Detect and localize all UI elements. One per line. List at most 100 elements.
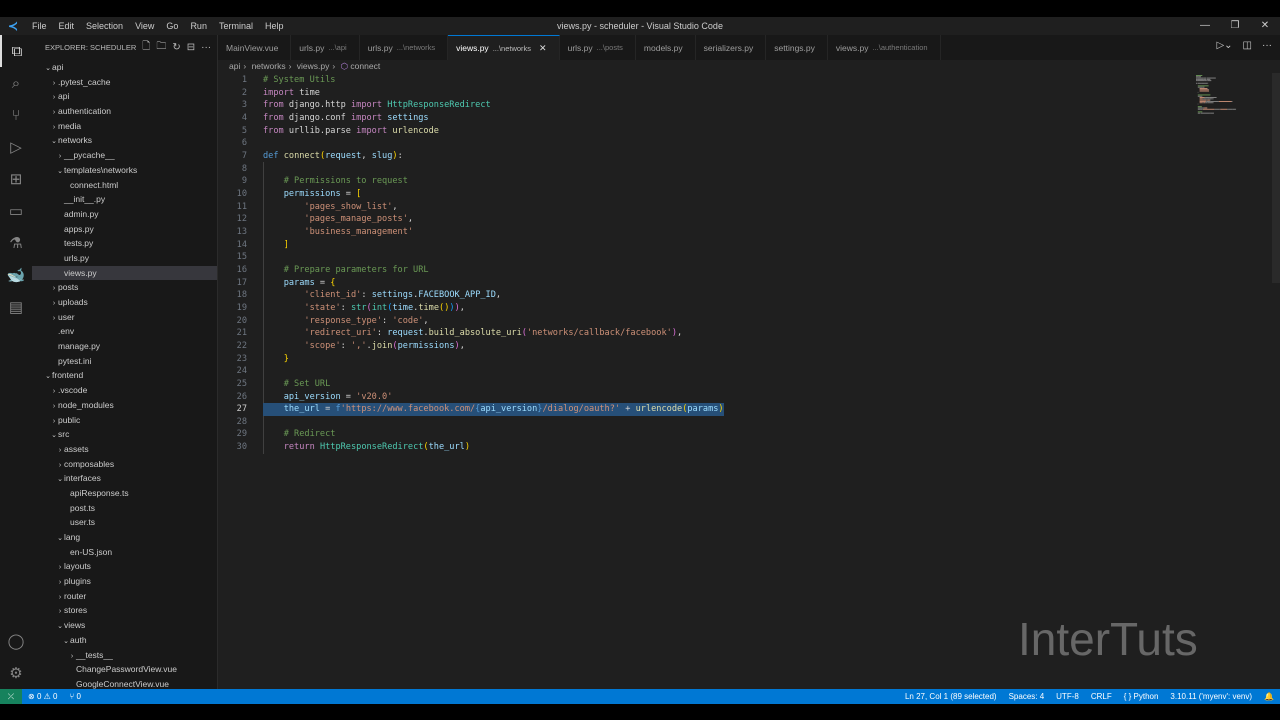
indentation[interactable]: Spaces: 4 bbox=[1003, 692, 1051, 701]
file-item[interactable]: en-US.json bbox=[32, 545, 217, 560]
menu-selection[interactable]: Selection bbox=[80, 21, 129, 31]
menu-edit[interactable]: Edit bbox=[53, 21, 81, 31]
folder-item[interactable]: › __pycache__ bbox=[32, 148, 217, 163]
folder-item[interactable]: › layouts bbox=[32, 559, 217, 574]
folder-item[interactable]: › .vscode bbox=[32, 383, 217, 398]
folder-item[interactable]: › posts bbox=[32, 280, 217, 295]
folder-item[interactable]: ⌄auth bbox=[32, 633, 217, 648]
folder-item[interactable]: › public bbox=[32, 413, 217, 428]
language-mode[interactable]: { } Python bbox=[1118, 692, 1165, 701]
menu-go[interactable]: Go bbox=[160, 21, 184, 31]
close-tab-icon[interactable]: ✕ bbox=[539, 43, 547, 54]
collapse-all-icon[interactable]: ⊟ bbox=[187, 42, 195, 53]
file-item[interactable]: post.ts bbox=[32, 501, 217, 516]
file-item[interactable]: manage.py bbox=[32, 339, 217, 354]
explorer-icon[interactable]: ⧉ bbox=[0, 35, 32, 67]
folder-item[interactable]: › router bbox=[32, 589, 217, 604]
file-item[interactable]: views.py bbox=[32, 265, 217, 281]
line-number: 29 bbox=[236, 429, 247, 440]
tab-urls-py[interactable]: urls.py ...\posts bbox=[559, 35, 636, 60]
file-item[interactable]: urls.py bbox=[32, 251, 217, 266]
folder-item[interactable]: › .pytest_cache bbox=[32, 75, 217, 90]
folder-item[interactable]: › user bbox=[32, 310, 217, 325]
close-window-button[interactable]: ✕ bbox=[1250, 17, 1280, 35]
search-icon[interactable]: ⌕ bbox=[0, 67, 32, 99]
testing-icon[interactable]: ⚗ bbox=[0, 227, 32, 259]
tab-models-py[interactable]: models.py bbox=[635, 35, 696, 60]
file-item[interactable]: __init__.py bbox=[32, 192, 217, 207]
tab-views-py[interactable]: views.py ...\networks ✕ bbox=[448, 35, 560, 60]
extensions-icon[interactable]: ⊞ bbox=[0, 163, 32, 195]
docker-icon[interactable]: 🐋 bbox=[0, 259, 32, 291]
encoding[interactable]: UTF-8 bbox=[1050, 692, 1085, 701]
account-icon[interactable]: ◯ bbox=[0, 625, 32, 657]
remote-icon[interactable]: ⤫ bbox=[0, 689, 22, 704]
run-debug-icon[interactable]: ▷ bbox=[0, 131, 32, 163]
code-editor[interactable]: 1 # System Utils 2 import time 3 from django.… bbox=[218, 73, 1280, 689]
breadcrumb-item[interactable]: connect bbox=[350, 61, 380, 71]
tab-serializers-py[interactable]: serializers.py bbox=[695, 35, 767, 60]
settings-gear-icon[interactable]: ⚙ bbox=[0, 657, 32, 689]
tab-settings-py[interactable]: settings.py bbox=[766, 35, 828, 60]
folder-item[interactable]: › uploads bbox=[32, 295, 217, 310]
folder-item[interactable]: ⌄views bbox=[32, 618, 217, 633]
folder-item[interactable]: ⌄api bbox=[32, 60, 217, 75]
tab-urls-py[interactable]: urls.py ...\networks bbox=[359, 35, 449, 60]
folder-item[interactable]: ⌄src bbox=[32, 427, 217, 442]
restore-button[interactable]: ❐ bbox=[1220, 17, 1250, 35]
file-item[interactable]: connect.html bbox=[32, 178, 217, 193]
menu-view[interactable]: View bbox=[129, 21, 160, 31]
file-item[interactable]: GoogleConnectView.vue bbox=[32, 677, 217, 689]
menu-help[interactable]: Help bbox=[259, 21, 290, 31]
file-item[interactable]: apiResponse.ts bbox=[32, 486, 217, 501]
remote-explorer-icon[interactable]: ▭ bbox=[0, 195, 32, 227]
ports-indicator[interactable]: ⑂ 0 bbox=[63, 692, 86, 701]
new-folder-icon[interactable]: 🗀 bbox=[156, 39, 166, 56]
folder-item[interactable]: › authentication bbox=[32, 104, 217, 119]
tab-urls-py[interactable]: urls.py ...\api bbox=[291, 35, 360, 60]
breadcrumb-item[interactable]: views.py bbox=[297, 61, 330, 71]
file-item[interactable]: pytest.ini bbox=[32, 354, 217, 369]
split-editor-icon[interactable]: ◫ bbox=[1243, 40, 1252, 51]
folder-item[interactable]: › plugins bbox=[32, 574, 217, 589]
run-file-icon[interactable]: ▷⌄ bbox=[1216, 40, 1232, 51]
minimize-button[interactable]: — bbox=[1190, 17, 1220, 35]
menu-terminal[interactable]: Terminal bbox=[213, 21, 259, 31]
tab-MainView-vue[interactable]: MainView.vue bbox=[218, 35, 292, 60]
folder-item[interactable]: ⌄networks bbox=[32, 133, 217, 148]
notifications-bell-icon[interactable]: 🔔 bbox=[1258, 692, 1280, 701]
breadcrumb-item[interactable]: networks bbox=[252, 61, 286, 71]
folder-item[interactable]: › assets bbox=[32, 442, 217, 457]
new-file-icon[interactable]: 🗋 bbox=[142, 39, 150, 56]
api-icon[interactable]: ▤ bbox=[0, 291, 32, 323]
more-actions-icon[interactable]: ··· bbox=[201, 42, 211, 53]
folder-item[interactable]: ⌄templates\networks bbox=[32, 163, 217, 178]
menu-run[interactable]: Run bbox=[184, 21, 213, 31]
file-item[interactable]: admin.py bbox=[32, 207, 217, 222]
folder-item[interactable]: ⌄interfaces bbox=[32, 471, 217, 486]
file-item[interactable]: user.ts bbox=[32, 515, 217, 530]
file-item[interactable]: apps.py bbox=[32, 222, 217, 237]
python-interpreter[interactable]: 3.10.11 ('myenv': venv) bbox=[1164, 692, 1258, 701]
source-control-icon[interactable]: ⑂ bbox=[0, 99, 32, 131]
folder-item[interactable]: › node_modules bbox=[32, 398, 217, 413]
folder-item[interactable]: › __tests__ bbox=[32, 648, 217, 663]
folder-item[interactable]: › api bbox=[32, 89, 217, 104]
editor-scrollbar[interactable] bbox=[1272, 73, 1280, 283]
refresh-icon[interactable]: ↻ bbox=[172, 42, 180, 53]
file-item[interactable]: tests.py bbox=[32, 236, 217, 251]
file-item[interactable]: .env bbox=[32, 324, 217, 339]
folder-item[interactable]: ⌄frontend bbox=[32, 368, 217, 383]
problems-indicator[interactable]: ⊗ 0 ⚠ 0 bbox=[22, 692, 63, 701]
folder-item[interactable]: › stores bbox=[32, 603, 217, 618]
more-icon[interactable]: ··· bbox=[1262, 40, 1272, 51]
breadcrumb-item[interactable]: api bbox=[229, 61, 240, 71]
line-endings[interactable]: CRLF bbox=[1085, 692, 1118, 701]
cursor-position[interactable]: Ln 27, Col 1 (89 selected) bbox=[899, 692, 1003, 701]
file-item[interactable]: ChangePasswordView.vue bbox=[32, 662, 217, 677]
menu-file[interactable]: File bbox=[26, 21, 53, 31]
folder-item[interactable]: › media bbox=[32, 119, 217, 134]
folder-item[interactable]: ⌄lang bbox=[32, 530, 217, 545]
tab-views-py[interactable]: views.py ...\authentication bbox=[827, 35, 941, 60]
folder-item[interactable]: › composables bbox=[32, 457, 217, 472]
